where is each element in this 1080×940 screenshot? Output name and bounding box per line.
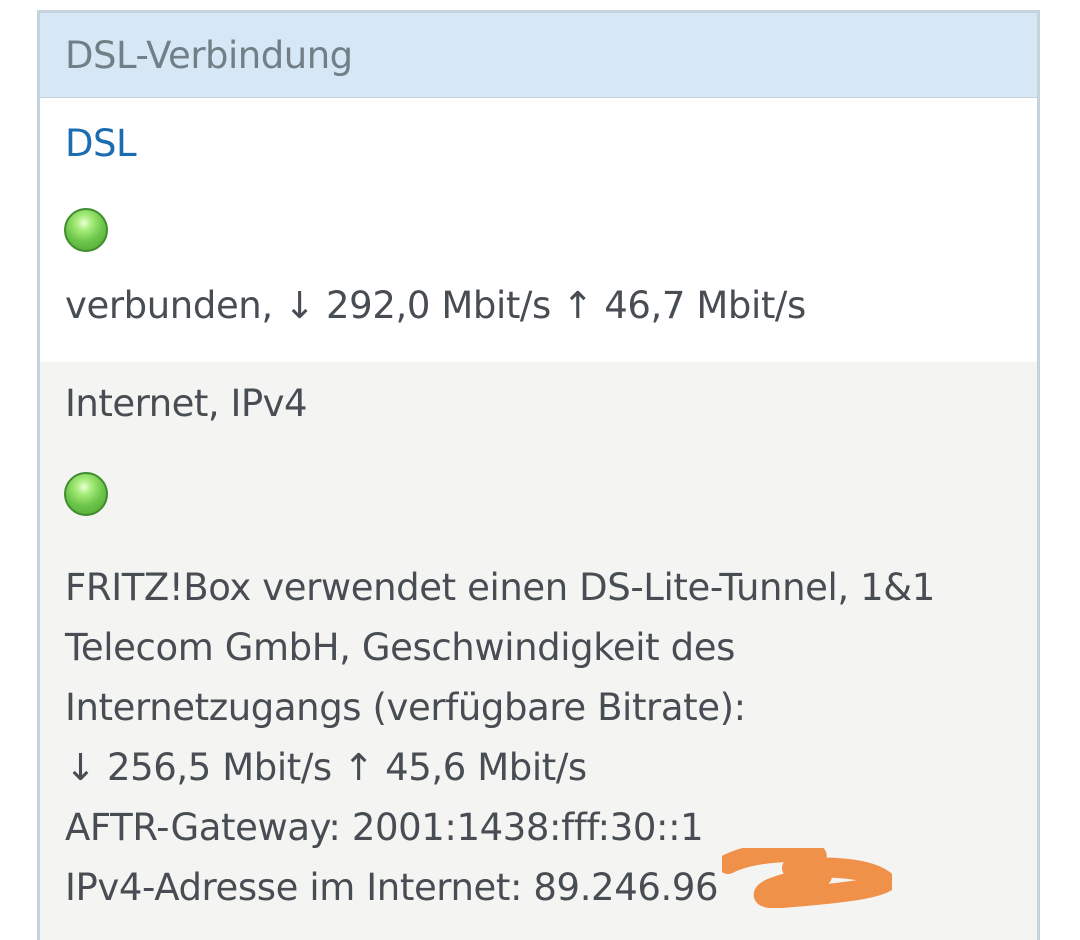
info-line: ↓ 256,5 Mbit/s ↑ 45,6 Mbit/s — [65, 746, 587, 789]
info-line: Internetzugangs (verfügbare Bitrate): — [65, 686, 746, 729]
redaction-scribble — [722, 848, 892, 908]
green-status-led-icon — [64, 208, 108, 252]
panel-title: DSL-Verbindung — [65, 33, 353, 77]
dsl-connection-panel: DSL-Verbindung DSL verbunden, ↓ 292,0 Mb… — [37, 10, 1040, 940]
dsl-link[interactable]: DSL — [65, 122, 137, 165]
info-line: FRITZ!Box verwendet einen DS-Lite-Tunnel… — [65, 566, 935, 609]
dsl-status-text: verbunden, ↓ 292,0 Mbit/s ↑ 46,7 Mbit/s — [65, 284, 806, 327]
dsl-section: DSL verbunden, ↓ 292,0 Mbit/s ↑ 46,7 Mbi… — [40, 98, 1037, 362]
panel-header: DSL-Verbindung — [40, 13, 1037, 98]
green-status-led-icon — [64, 472, 108, 516]
internet-label: Internet, IPv4 — [65, 382, 308, 425]
info-line: Telecom GmbH, Geschwindigkeit des — [65, 626, 735, 669]
